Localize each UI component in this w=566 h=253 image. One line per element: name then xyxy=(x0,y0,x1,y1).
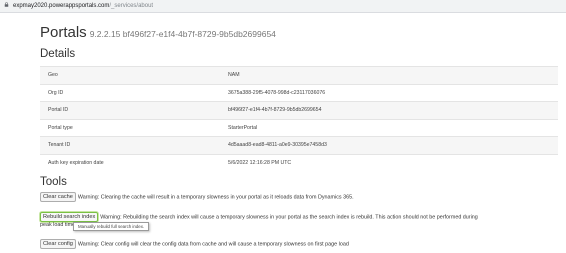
about-page: Portals 9.2.2.15 bf496f27-e1f4-4b7f-8729-… xyxy=(40,13,558,249)
clear-cache-row: Clear cache Warning: Clearing the cache w… xyxy=(40,192,558,202)
lock-icon xyxy=(4,2,9,7)
details-value: 3675a388-29f5-4078-998d-c23117036076 xyxy=(218,83,558,102)
browser-address-bar[interactable]: expmay2020.powerappsportals.com/_service… xyxy=(0,0,566,13)
clear-config-button[interactable]: Clear config xyxy=(40,239,76,249)
details-value: bf496f27-e1f4-4b7f-8729-9b5db2699654 xyxy=(218,101,558,119)
details-row: Portal type StarterPortal xyxy=(40,118,558,137)
details-row: Portal ID bf496f27-e1f4-4b7f-8729-9b5db26… xyxy=(40,101,558,119)
details-table: Geo NAM Org ID 3675a388-29f5-4078-998d-c231… xyxy=(40,66,558,171)
page-title-text: Portals xyxy=(40,24,87,41)
details-value: StarterPortal xyxy=(218,118,558,137)
details-label: Portal type xyxy=(40,118,218,137)
details-label: Org ID xyxy=(40,83,218,102)
rebuild-index-warning: Warning: Rebuilding the search index wil… xyxy=(100,214,478,221)
clear-cache-button[interactable]: Clear cache xyxy=(40,192,76,202)
details-label: Auth key expiration date xyxy=(40,153,218,171)
details-heading: Details xyxy=(40,48,76,60)
rebuild-index-row: Rebuild search index Warning: Rebuilding … xyxy=(40,212,558,222)
url-host: expmay2020.powerappsportals.com xyxy=(13,3,110,9)
details-row: Geo NAM xyxy=(40,66,558,84)
tools-heading: Tools xyxy=(40,176,67,188)
details-label: Portal ID xyxy=(40,101,218,119)
page-title: Portals 9.2.2.15 bf496f27-e1f4-4b7f-8729-… xyxy=(40,24,558,41)
clear-cache-warning: Warning: Clearing the cache will result … xyxy=(77,194,354,201)
rebuild-search-index-button[interactable]: Rebuild search index xyxy=(40,212,99,222)
details-label: Tenant ID xyxy=(40,136,218,154)
details-row: Auth key expiration date 5/6/2022 12:16:2… xyxy=(40,153,558,171)
details-label: Geo xyxy=(40,66,218,84)
details-value: 4d5aaad8-ead8-4811-a0e9-30395e7458d3 xyxy=(218,136,558,154)
version-text: 9.2.2.15 bf496f27-e1f4-4b7f-8729-9b5db26… xyxy=(89,29,276,39)
url-path: /_services/about xyxy=(109,3,154,9)
details-row: Org ID 3675a388-29f5-4078-998d-c231170360… xyxy=(40,83,558,102)
details-value: NAM xyxy=(218,66,558,84)
details-row: Tenant ID 4d5aaad8-ead8-4811-a0e9-30395e7… xyxy=(40,136,558,154)
clear-config-warning: Warning: Clear config will clear the con… xyxy=(77,241,349,248)
clear-config-row: Clear config Warning: Clear config will c… xyxy=(40,239,558,249)
rebuild-index-tooltip: Manually rebuild full search index. xyxy=(73,222,150,231)
details-value: 5/6/2022 12:16:28 PM UTC xyxy=(218,153,558,171)
